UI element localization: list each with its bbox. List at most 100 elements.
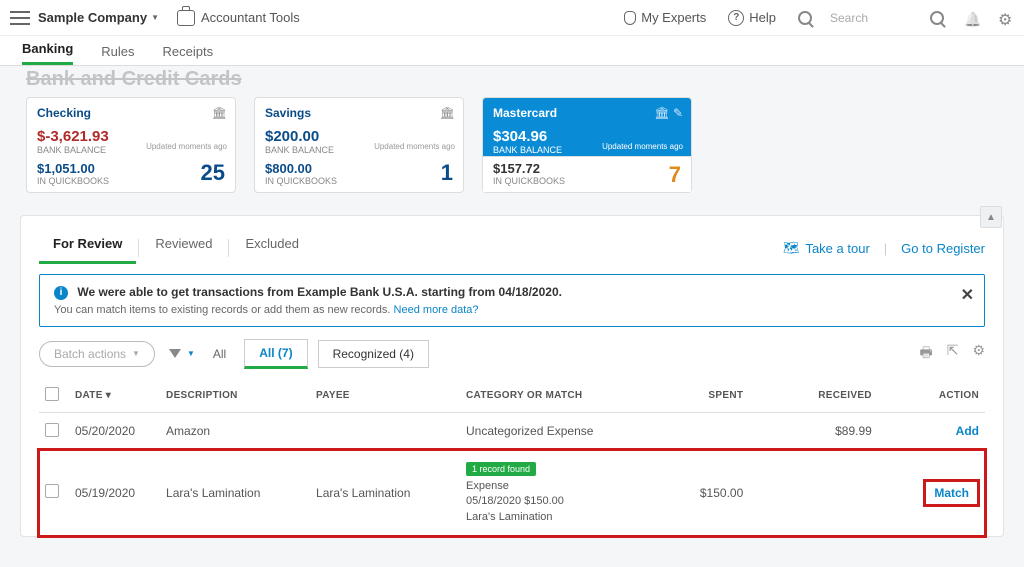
print-icon[interactable]: 🖶 — [919, 342, 932, 366]
banner-line2: You can match items to existing records … — [54, 304, 970, 316]
banner-line1: i We were able to get transactions from … — [54, 285, 970, 300]
cell-received — [749, 450, 878, 535]
tab-reviewed[interactable]: Reviewed — [141, 232, 226, 264]
scroll-up-button[interactable]: ▲ — [980, 206, 1002, 228]
match-button[interactable]: Match — [934, 486, 969, 500]
cell-description: Lara's Lamination — [160, 450, 310, 535]
bell-icon[interactable] — [964, 11, 978, 25]
record-found-badge: 1 record found — [466, 462, 536, 476]
need-more-data-link[interactable]: Need more data? — [394, 304, 479, 316]
transactions-table: DATE ▾ DESCRIPTION PAYEE CATEGORY OR MAT… — [39, 379, 985, 536]
help-label: Help — [749, 10, 776, 25]
qb-balance: $800.00 — [265, 161, 453, 176]
row-checkbox[interactable] — [45, 423, 59, 437]
settings-icon[interactable]: ⚙ — [972, 342, 985, 366]
account-name: Mastercard — [493, 106, 681, 120]
divider — [138, 239, 139, 257]
search-icon[interactable] — [798, 11, 812, 25]
page-title: Bank and Credit Cards — [26, 68, 1004, 91]
tab-excluded[interactable]: Excluded — [231, 232, 312, 264]
filter-row: Batch actions ▼ ▼ All All (7) Recognized… — [39, 339, 985, 369]
updated-text: Updated moments ago — [602, 142, 683, 151]
col-description: DESCRIPTION — [160, 379, 310, 413]
filter-all[interactable]: All — [205, 343, 234, 365]
topbar: Sample Company ▼ Accountant Tools My Exp… — [0, 0, 1024, 36]
table-row[interactable]: 05/20/2020 Amazon Uncategorized Expense … — [39, 412, 985, 450]
cell-description: Amazon — [160, 412, 310, 450]
account-card-mastercard[interactable]: Mastercard 🏛 ✎ $304.96 BANK BALANCE Upda… — [482, 97, 692, 193]
select-all-checkbox[interactable] — [45, 387, 59, 401]
account-card-savings[interactable]: Savings 🏛 $200.00 BANK BALANCE Updated m… — [254, 97, 464, 193]
col-date[interactable]: DATE ▾ — [69, 379, 160, 413]
tab-rules[interactable]: Rules — [101, 44, 134, 65]
row-checkbox[interactable] — [45, 484, 59, 498]
cell-payee: Lara's Lamination — [310, 450, 460, 535]
cell-category: Uncategorized Expense — [460, 412, 631, 450]
col-category: CATEGORY OR MATCH — [460, 379, 631, 413]
tx-count: 7 — [669, 162, 681, 188]
cell-spent — [631, 412, 749, 450]
page: Bank and Credit Cards Checking 🏛 $-3,621… — [0, 66, 1024, 567]
qb-balance-label: IN QUICKBOOKS — [37, 176, 225, 186]
match-line: Lara's Lamination — [466, 510, 625, 525]
subnav: Banking Rules Receipts — [0, 36, 1024, 66]
accountant-tools-link[interactable]: Accountant Tools — [177, 10, 300, 26]
qb-balance: $157.72 — [493, 161, 681, 176]
add-button[interactable]: Add — [956, 424, 979, 438]
accountant-tools-label: Accountant Tools — [201, 10, 300, 25]
close-icon[interactable]: ✕ — [961, 285, 974, 305]
gear-icon[interactable] — [998, 10, 1014, 26]
cell-spent: $150.00 — [631, 450, 749, 535]
qb-balance: $1,051.00 — [37, 161, 225, 176]
col-payee: PAYEE — [310, 379, 460, 413]
info-icon: i — [54, 286, 68, 300]
chevron-down-icon: ▼ — [151, 13, 159, 22]
my-experts-link[interactable]: My Experts — [624, 10, 706, 25]
review-tabs: For Review Reviewed Excluded 🗺 Take a to… — [39, 232, 985, 264]
cell-payee — [310, 412, 460, 450]
user-icon — [624, 11, 636, 25]
account-card-checking[interactable]: Checking 🏛 $-3,621.93 BANK BALANCE Updat… — [26, 97, 236, 193]
chevron-down-icon: ▼ — [132, 349, 140, 358]
chevron-down-icon: ▼ — [187, 349, 195, 358]
tx-count: 1 — [441, 160, 453, 186]
search-input[interactable]: Search — [830, 11, 910, 25]
cell-date: 05/20/2020 — [69, 412, 160, 450]
cell-received: $89.99 — [749, 412, 878, 450]
match-details: Expense 05/18/2020 $150.00 Lara's Lamina… — [466, 479, 625, 525]
filter-icon[interactable] — [169, 349, 181, 358]
company-selector[interactable]: Sample Company ▼ — [38, 10, 159, 25]
export-icon[interactable]: ⇱ — [947, 342, 959, 366]
tx-count: 25 — [201, 160, 225, 186]
banner-line1-text: We were able to get transactions from Ex… — [77, 285, 562, 299]
cell-category: 1 record found Expense 05/18/2020 $150.0… — [460, 450, 631, 535]
search-submit-icon[interactable] — [930, 11, 944, 25]
filter-recognized[interactable]: Recognized (4) — [318, 340, 429, 368]
info-banner: i We were able to get transactions from … — [39, 274, 985, 327]
bank-icon: 🏛 — [212, 106, 227, 120]
col-spent: SPENT — [631, 379, 749, 413]
tab-banking[interactable]: Banking — [22, 41, 73, 65]
account-name: Checking — [37, 106, 225, 120]
qb-balance-label: IN QUICKBOOKS — [493, 176, 681, 186]
table-tools: 🖶 ⇱ ⚙ — [919, 342, 985, 366]
go-to-register-link[interactable]: Go to Register — [901, 241, 985, 256]
tab-for-review[interactable]: For Review — [39, 232, 136, 264]
updated-text: Updated moments ago — [374, 142, 455, 151]
cell-date: 05/19/2020 — [69, 450, 160, 535]
filter-all-count[interactable]: All (7) — [244, 339, 307, 369]
batch-actions-button[interactable]: Batch actions ▼ — [39, 341, 155, 367]
help-icon: ? — [728, 10, 744, 26]
tab-receipts[interactable]: Receipts — [163, 44, 214, 65]
take-tour-link[interactable]: 🗺 Take a tour — [783, 240, 870, 256]
help-link[interactable]: ? Help — [728, 10, 776, 26]
table-row-highlighted[interactable]: 05/19/2020 Lara's Lamination Lara's Lami… — [39, 450, 985, 535]
account-cards: Checking 🏛 $-3,621.93 BANK BALANCE Updat… — [26, 97, 1004, 193]
menu-icon[interactable] — [10, 11, 30, 25]
briefcase-icon — [177, 10, 195, 26]
my-experts-label: My Experts — [641, 10, 706, 25]
divider: | — [884, 241, 887, 256]
banner-line2-text: You can match items to existing records … — [54, 304, 394, 316]
updated-text: Updated moments ago — [146, 142, 227, 151]
batch-actions-label: Batch actions — [54, 347, 126, 361]
